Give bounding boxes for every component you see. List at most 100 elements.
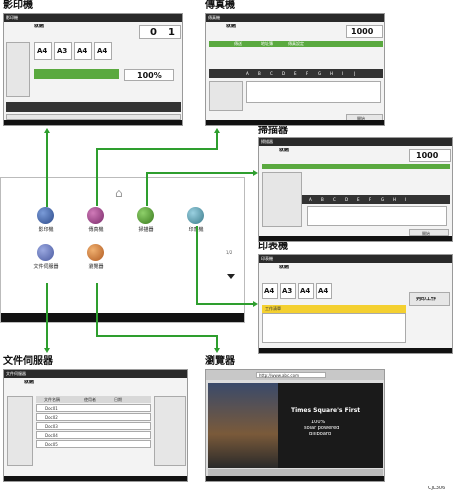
copier-paper-a4-3[interactable]: A4 <box>94 42 112 60</box>
scanner-letter-e[interactable]: E <box>357 197 360 202</box>
banner-sub2: solar powered <box>304 426 340 431</box>
scanner-letter-h[interactable]: H <box>393 197 396 202</box>
banner-title: Times Square's First <box>291 407 361 414</box>
printer-arrow-v <box>196 226 198 305</box>
printer-label: 印表機 <box>258 241 288 252</box>
page-down-icon[interactable] <box>227 274 235 279</box>
printer-app-icon[interactable] <box>187 207 204 224</box>
docserver-file-row[interactable]: Doc03 <box>36 422 151 430</box>
printer-arrow-h <box>196 303 254 305</box>
fax-letter-i[interactable]: I <box>342 71 343 76</box>
fax-letter-j[interactable]: J <box>354 71 355 76</box>
browser-url-bar[interactable]: http://www.abc.com <box>256 372 326 378</box>
copier-counter-box: 01 <box>139 25 181 39</box>
fax-letter-a[interactable]: A <box>246 71 249 76</box>
printer-paper-size: A3 <box>282 287 293 295</box>
copier-app-icon[interactable] <box>37 207 54 224</box>
home-icon[interactable]: ⌂ <box>115 186 123 200</box>
copier-paper-a4-2[interactable]: A4 <box>74 42 92 60</box>
scanner-status: 就緒 <box>279 148 290 153</box>
fax-letter-h[interactable]: H <box>330 71 333 76</box>
printer-job-list-header <box>262 305 406 313</box>
printer-paper-2[interactable]: A3 <box>280 283 296 299</box>
fax-screen: 傳真機 就緒 1000 傳送 地址簿 傳真設定 A B C D E F G H … <box>205 13 385 126</box>
browser-app-icon[interactable] <box>87 244 104 261</box>
home-screen: ⌂ 影印機 傳真機 掃描器 印表機 文件伺服器 瀏覽器 1/2 <box>0 177 245 323</box>
copier-screen: 影印機 就緒 01 A4 A3 A4 A4 100% <box>3 13 183 126</box>
scanner-letter-b[interactable]: B <box>321 197 324 202</box>
fax-letter-f[interactable]: F <box>306 71 308 76</box>
docserver-file-name: Doc04 <box>45 433 58 438</box>
browser-screen: http://www.abc.com Times Square's First … <box>205 369 385 482</box>
home-page-indicator: 1/2 <box>226 250 233 255</box>
docserver-col-user: 使用者 <box>84 397 96 402</box>
fax-counter: 1000 <box>351 27 374 36</box>
scanner-letter-g[interactable]: G <box>381 197 384 202</box>
docserver-file-row[interactable]: Doc04 <box>36 431 151 439</box>
copier-paper-a4-1[interactable]: A4 <box>34 42 52 60</box>
scanner-letter-a[interactable]: A <box>309 197 312 202</box>
banner-sub3: Billboard <box>309 432 332 437</box>
scanner-app-icon[interactable] <box>137 207 154 224</box>
scanner-start-button[interactable]: 開始 <box>409 229 449 236</box>
browser-photo <box>208 383 278 468</box>
docserver-file-row[interactable]: Doc01 <box>36 404 151 412</box>
docserver-app-label: 文件伺服器 <box>33 264 59 270</box>
copier-zoom-box[interactable]: 100% <box>124 69 174 81</box>
fax-letter-c[interactable]: C <box>270 71 273 76</box>
fax-letter-b[interactable]: B <box>258 71 261 76</box>
fax-tab-settings[interactable]: 傳真設定 <box>288 41 304 46</box>
copier-paper-a3[interactable]: A3 <box>54 42 72 60</box>
copier-arrow <box>46 132 48 207</box>
scanner-arrow-h <box>146 172 254 174</box>
scanner-letter-c[interactable]: C <box>333 197 336 202</box>
fax-app-label: 傳真機 <box>88 227 104 233</box>
scanner-screen: 掃描器 就緒 1000 A B C D E F G H I 開始 <box>258 137 453 242</box>
fax-arrow-v2 <box>216 132 218 150</box>
docserver-file-row[interactable]: Doc02 <box>36 413 151 421</box>
scanner-app-label: 掃描器 <box>138 227 154 233</box>
scanner-dest-grid[interactable] <box>307 206 447 226</box>
fax-app-icon[interactable] <box>87 207 104 224</box>
fax-letter-g[interactable]: G <box>318 71 321 76</box>
scanner-letter-d[interactable]: D <box>345 197 348 202</box>
copier-status: 就緒 <box>34 24 45 29</box>
scanner-tab-bar <box>262 164 450 169</box>
docserver-action-column[interactable] <box>154 396 186 466</box>
printer-job-label: 列印工作 <box>416 297 437 302</box>
printer-paper-1[interactable]: A4 <box>262 283 278 299</box>
scanner-letter-f[interactable]: F <box>369 197 371 202</box>
fax-side-menu[interactable] <box>209 81 243 111</box>
docserver-file-name: Doc05 <box>45 442 58 447</box>
copier-paper-size: A4 <box>97 47 108 55</box>
scanner-letter-i[interactable]: I <box>405 197 406 202</box>
docserver-file-row[interactable]: Doc05 <box>36 440 151 448</box>
copier-paper-size: A3 <box>57 47 68 55</box>
scanner-side-menu[interactable] <box>262 172 302 227</box>
docserver-arrow-head <box>44 348 50 353</box>
copier-qty: 1 <box>168 27 175 38</box>
printer-job-list[interactable] <box>262 313 406 343</box>
docserver-status: 就緒 <box>24 380 35 385</box>
scanner-counter-box: 1000 <box>409 149 451 162</box>
printer-jobs-label: 工作清單 <box>265 306 281 311</box>
scanner-screen-title: 掃描器 <box>261 139 273 144</box>
printer-paper-size: A4 <box>264 287 275 295</box>
fax-label: 傳真機 <box>205 0 235 11</box>
copier-side-menu[interactable] <box>6 42 30 97</box>
printer-paper-3[interactable]: A4 <box>298 283 314 299</box>
fax-address-grid[interactable] <box>246 81 381 103</box>
fax-tab-addressbook[interactable]: 地址簿 <box>261 41 273 46</box>
copier-arrow-head <box>44 128 50 133</box>
docserver-label: 文件伺服器 <box>3 356 53 367</box>
fax-letter-d[interactable]: D <box>282 71 285 76</box>
printer-job-button[interactable]: 列印工作 <box>409 292 450 306</box>
browser-arrow-head <box>214 348 220 353</box>
scanner-arrow-head <box>253 170 258 176</box>
docserver-screen-title: 文件伺服器 <box>6 371 26 376</box>
fax-letter-e[interactable]: E <box>294 71 297 76</box>
docserver-side-menu[interactable] <box>7 396 33 466</box>
fax-tab-send[interactable]: 傳送 <box>234 41 242 46</box>
docserver-app-icon[interactable] <box>37 244 54 261</box>
printer-paper-4[interactable]: A4 <box>316 283 332 299</box>
